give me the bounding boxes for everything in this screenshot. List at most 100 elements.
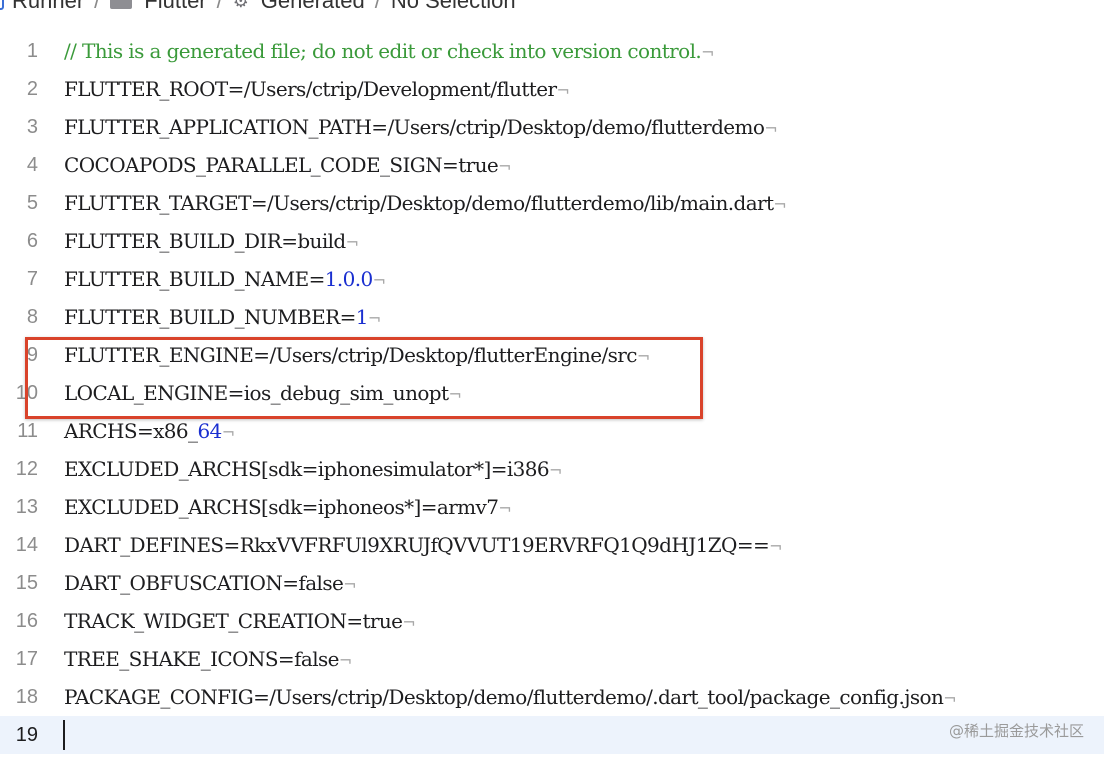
code-line[interactable]: 19 (0, 716, 1104, 754)
code-text: FLUTTER_ENGINE=/Users/ctrip/Desktop/flut… (64, 336, 650, 374)
code-number: 1 (355, 305, 369, 329)
code-token: DART_OBFUSCATION=false (64, 571, 344, 595)
code-token: COCOAPODS_PARALLEL_CODE_SIGN=true (64, 153, 499, 177)
code-line[interactable]: 4 COCOAPODS_PARALLEL_CODE_SIGN=true¬ (0, 146, 1104, 184)
code-line[interactable]: 2 FLUTTER_ROOT=/Users/ctrip/Development/f… (0, 70, 1104, 108)
code-token: TRACK_WIDGET_CREATION=true (64, 609, 403, 633)
breadcrumb: Runner / Flutter / ⚙ Generated / No Sele… (0, 0, 1104, 16)
line-number: 14 (15, 534, 38, 556)
code-number: 64 (197, 419, 222, 443)
breadcrumb-item-flutter[interactable]: Flutter (110, 0, 207, 14)
breadcrumb-separator: / (374, 0, 381, 13)
line-number: 2 (26, 78, 38, 100)
end-of-line-marker: ¬ (498, 157, 511, 176)
code-text: DART_DEFINES=RkxVVFRFUl9XRUJfQVVUT19ERVR… (64, 526, 783, 564)
code-token: FLUTTER_APPLICATION_PATH=/Users/ctrip/De… (64, 115, 765, 139)
code-text: EXCLUDED_ARCHS[sdk=iphoneos*]=armv7¬ (64, 488, 512, 526)
line-number: 19 (15, 724, 38, 746)
code-line[interactable]: 3 FLUTTER_APPLICATION_PATH=/Users/ctrip/D… (0, 108, 1104, 146)
end-of-line-marker: ¬ (498, 499, 512, 518)
code-line[interactable]: 10 LOCAL_ENGINE=ios_debug_sim_unopt¬ (0, 374, 1104, 412)
line-number: 17 (15, 648, 38, 670)
breadcrumb-label: Generated (260, 0, 365, 13)
line-number: 7 (26, 268, 38, 290)
line-number: 1 (26, 40, 38, 62)
code-text: ARCHS=x86_64¬ (64, 412, 235, 450)
line-number: 13 (15, 496, 38, 518)
end-of-line-marker: ¬ (764, 119, 778, 138)
breadcrumb-item-runner[interactable]: Runner (0, 0, 84, 14)
end-of-line-marker: ¬ (402, 613, 416, 632)
end-of-line-marker: ¬ (343, 575, 357, 594)
line-number: 9 (26, 344, 38, 366)
line-number: 10 (15, 382, 38, 404)
code-text: TREE_SHAKE_ICONS=false¬ (64, 640, 352, 678)
end-of-line-marker: ¬ (338, 651, 352, 670)
code-text: FLUTTER_BUILD_DIR=build¬ (64, 222, 359, 260)
code-line[interactable]: 14 DART_DEFINES=RkxVVFRFUl9XRUJfQVVUT19ER… (0, 526, 1104, 564)
code-line[interactable]: 15 DART_OBFUSCATION=false¬ (0, 564, 1104, 602)
end-of-line-marker: ¬ (448, 385, 462, 404)
code-token: TREE_SHAKE_ICONS=false (64, 647, 340, 671)
code-line[interactable]: 18 PACKAGE_CONFIG=/Users/ctrip/Desktop/de… (0, 678, 1104, 716)
line-number: 12 (15, 458, 38, 480)
code-line[interactable]: 1 // This is a generated file; do not edi… (0, 32, 1104, 70)
line-number: 16 (15, 610, 38, 632)
breadcrumb-item-no-selection[interactable]: No Selection (391, 0, 516, 14)
code-line[interactable]: 9 FLUTTER_ENGINE=/Users/ctrip/Desktop/flu… (0, 336, 1104, 374)
code-token: PACKAGE_CONFIG=/Users/ctrip/Desktop/demo… (64, 685, 944, 709)
code-text: FLUTTER_ROOT=/Users/ctrip/Development/fl… (64, 70, 570, 108)
line-number: 5 (26, 192, 38, 214)
code-token: FLUTTER_BUILD_NUMBER= (64, 305, 356, 329)
code-number: 1.0.0 (324, 267, 373, 291)
code-token: FLUTTER_BUILD_NAME= (64, 267, 325, 291)
code-line[interactable]: 16 TRACK_WIDGET_CREATION=true¬ (0, 602, 1104, 640)
breadcrumb-separator: / (94, 0, 101, 13)
code-line[interactable]: 8 FLUTTER_BUILD_NUMBER=1¬ (0, 298, 1104, 336)
code-line[interactable]: 7 FLUTTER_BUILD_NAME=1.0.0¬ (0, 260, 1104, 298)
code-token: EXCLUDED_ARCHS[sdk=iphonesimulator*]=i38… (64, 457, 550, 481)
code-token: FLUTTER_ENGINE=/Users/ctrip/Desktop/flut… (64, 343, 637, 367)
gear-icon: ⚙ (232, 0, 249, 11)
folder-icon (110, 0, 133, 9)
code-text: DART_OBFUSCATION=false¬ (64, 564, 357, 602)
end-of-line-marker: ¬ (773, 195, 787, 214)
end-of-line-marker: ¬ (367, 309, 381, 328)
end-of-line-marker: ¬ (769, 537, 782, 556)
code-line[interactable]: 13 EXCLUDED_ARCHS[sdk=iphoneos*]=armv7¬ (0, 488, 1104, 526)
code-text: PACKAGE_CONFIG=/Users/ctrip/Desktop/demo… (64, 678, 957, 716)
code-line[interactable]: 17 TREE_SHAKE_ICONS=false¬ (0, 640, 1104, 678)
code-text: COCOAPODS_PARALLEL_CODE_SIGN=true¬ (64, 146, 512, 184)
code-token: DART_DEFINES=RkxVVFRFUl9XRUJfQVVUT19ERVR… (64, 533, 770, 557)
code-line[interactable]: 11 ARCHS=x86_64¬ (0, 412, 1104, 450)
code-editor[interactable]: 1 // This is a generated file; do not edi… (0, 32, 1104, 754)
code-line[interactable]: 12 EXCLUDED_ARCHS[sdk=iphonesimulator*]=i… (0, 450, 1104, 488)
end-of-line-marker: ¬ (549, 461, 562, 480)
code-text: FLUTTER_BUILD_NUMBER=1¬ (64, 298, 381, 336)
breadcrumb-label: No Selection (390, 0, 516, 13)
code-text: // This is a generated file; do not edit… (64, 32, 715, 70)
breadcrumb-separator: / (216, 0, 223, 13)
line-number: 3 (26, 116, 38, 138)
line-number: 15 (15, 572, 38, 594)
code-line[interactable]: 6 FLUTTER_BUILD_DIR=build¬ (0, 222, 1104, 260)
code-text: FLUTTER_APPLICATION_PATH=/Users/ctrip/De… (64, 108, 778, 146)
breadcrumb-item-generated[interactable]: ⚙ Generated (233, 0, 365, 14)
code-token: LOCAL_ENGINE=ios_debug_sim_unopt (64, 381, 449, 405)
end-of-line-marker: ¬ (636, 347, 650, 366)
end-of-line-marker: ¬ (345, 233, 359, 252)
code-token: FLUTTER_ROOT=/Users/ctrip/Development/fl… (64, 77, 557, 101)
end-of-line-marker: ¬ (943, 689, 957, 708)
code-token: FLUTTER_BUILD_DIR=build (64, 229, 346, 253)
end-of-line-marker: ¬ (556, 81, 570, 100)
code-token: EXCLUDED_ARCHS[sdk=iphoneos*]=armv7 (64, 495, 499, 519)
line-number: 6 (26, 230, 38, 252)
code-text: TRACK_WIDGET_CREATION=true¬ (64, 602, 416, 640)
code-token: ARCHS=x86_ (64, 419, 198, 443)
code-token: FLUTTER_TARGET=/Users/ctrip/Desktop/demo… (64, 191, 774, 215)
line-number: 8 (26, 306, 38, 328)
code-line[interactable]: 5 FLUTTER_TARGET=/Users/ctrip/Desktop/dem… (0, 184, 1104, 222)
end-of-line-marker: ¬ (221, 423, 235, 442)
text-cursor (63, 720, 65, 750)
code-text: FLUTTER_BUILD_NAME=1.0.0¬ (64, 260, 386, 298)
